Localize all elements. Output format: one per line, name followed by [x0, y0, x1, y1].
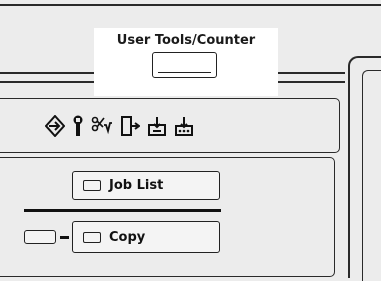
top-edge-line [0, 4, 381, 6]
scanner-icon [91, 115, 113, 137]
copy-button[interactable]: Copy [72, 221, 220, 253]
job-list-label: Job List [109, 178, 164, 193]
copy-label: Copy [109, 229, 146, 245]
job-list-button[interactable]: Job List [72, 171, 220, 200]
wrench-icon [72, 115, 84, 137]
indicator-dash [60, 236, 69, 239]
tray-stack-icon [174, 115, 194, 137]
divider-line [24, 209, 221, 212]
job-list-indicator [83, 180, 101, 191]
enter-icon [45, 115, 65, 137]
panel-right-edge-inner [362, 70, 381, 281]
copy-button-indicator [83, 231, 101, 243]
mode-icons [45, 113, 201, 139]
tray-icon [147, 115, 167, 137]
user-tools-counter-button[interactable] [152, 52, 217, 78]
copy-indicator-lamp [24, 230, 56, 244]
user-tools-label: User Tools/Counter [116, 33, 256, 48]
document-copy-icon [120, 115, 140, 137]
